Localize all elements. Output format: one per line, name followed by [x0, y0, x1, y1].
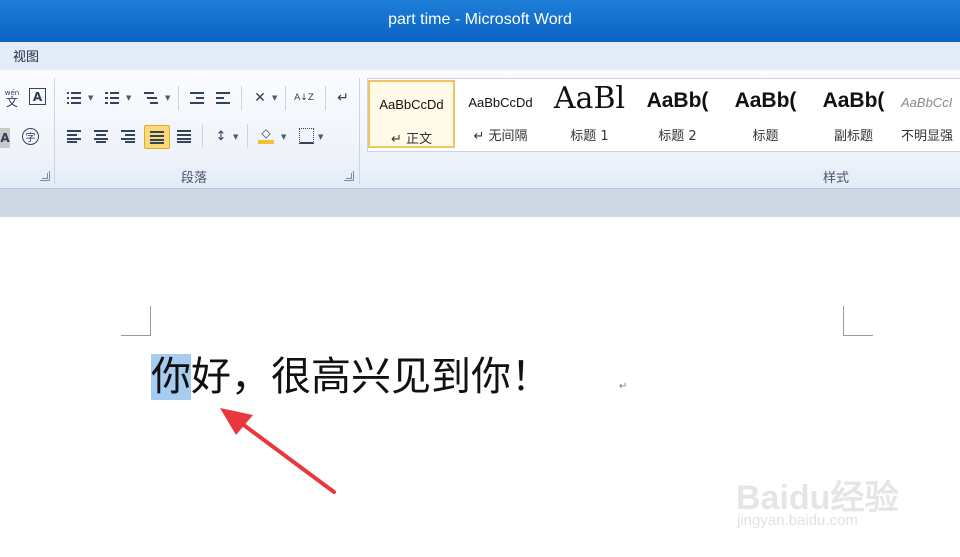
style-name: ↵ 无间隔 [473, 129, 528, 144]
separator [325, 86, 326, 110]
distributed-icon[interactable] [174, 126, 194, 146]
style-sample: AaBl [553, 81, 626, 116]
borders-dropdown-icon[interactable]: ▼ [318, 133, 323, 141]
styles-gallery: AaBbCcDd ↵ 正文 AaBbCcDd ↵ 无间隔 AaBl 标题 1 A… [367, 78, 960, 152]
group-separator [359, 78, 360, 184]
style-name: 标题 1 [570, 129, 609, 144]
separator [285, 86, 286, 110]
paragraph-group-label: 段落 [181, 171, 208, 186]
align-right-icon[interactable] [118, 126, 138, 146]
separator [241, 86, 242, 110]
style-sample: AaBbCcDd [379, 97, 444, 112]
justify-button[interactable] [144, 125, 170, 149]
style-normal[interactable]: AaBbCcDd ↵ 正文 [368, 80, 455, 148]
styles-group-label: 样式 [823, 171, 850, 186]
style-sample: AaBb( [646, 89, 709, 112]
style-subtitle[interactable]: AaBb( 副标题 [810, 79, 897, 149]
character-border-icon[interactable]: A [29, 88, 46, 105]
menu-bar [0, 42, 960, 70]
shading-icon[interactable]: ◇ [256, 125, 276, 145]
style-name: ↵ 正文 [390, 132, 433, 147]
style-title[interactable]: AaBb( 标题 [722, 79, 809, 149]
style-name: 不明显强 [901, 129, 954, 144]
chinese-layout-icon[interactable]: ✕ [250, 88, 270, 108]
style-sample: AaBbCcDd [468, 95, 533, 110]
character-shading-icon[interactable]: A [0, 128, 10, 148]
sort-icon[interactable]: A↓Z [294, 88, 314, 108]
decrease-indent-icon[interactable] [187, 88, 207, 108]
align-left-icon[interactable] [64, 126, 84, 146]
multilevel-list-icon[interactable] [141, 88, 161, 108]
style-sample: AaBbCcI [901, 95, 953, 110]
crop-mark [843, 306, 844, 336]
font-dialog-launcher-icon[interactable] [40, 171, 50, 181]
style-name: 副标题 [833, 129, 873, 144]
line-spacing-icon[interactable]: ↕ [211, 126, 231, 146]
document-text[interactable]: 你好，很高兴见到你！ [151, 354, 551, 404]
phonetic-guide-icon[interactable]: wén 文 [2, 88, 22, 108]
increase-indent-icon[interactable] [213, 88, 233, 108]
window-title: part time - Microsoft Word [388, 11, 572, 28]
numbering-dropdown-icon[interactable]: ▼ [126, 94, 131, 102]
justify-icon [150, 131, 164, 144]
chinese-layout-dropdown-icon[interactable]: ▼ [272, 94, 277, 102]
paragraph-mark: ↵ [619, 381, 628, 392]
numbering-icon[interactable] [102, 88, 122, 108]
crop-mark [843, 335, 873, 336]
style-no-spacing[interactable]: AaBbCcDd ↵ 无间隔 [457, 79, 544, 149]
style-heading-1[interactable]: AaBl 标题 1 [546, 79, 633, 149]
paragraph-dialog-launcher-icon[interactable] [344, 171, 354, 181]
separator [247, 124, 248, 148]
text-run[interactable]: 好，很高兴见到你！ [191, 354, 551, 400]
style-subtle-emphasis[interactable]: AaBbCcI 不明显强 [898, 79, 960, 149]
bullets-icon[interactable] [64, 88, 84, 108]
enclose-characters-icon[interactable]: 字 [22, 128, 39, 145]
crop-mark [121, 335, 151, 336]
style-name: 标题 [752, 129, 779, 144]
style-heading-2[interactable]: AaBb( 标题 2 [634, 79, 721, 149]
align-center-icon[interactable] [91, 126, 111, 146]
group-separator [54, 78, 55, 184]
show-hide-marks-icon[interactable]: ↵ [333, 88, 353, 108]
annotation-arrow-icon [220, 408, 336, 494]
crop-mark [150, 306, 151, 336]
bullets-dropdown-icon[interactable]: ▼ [88, 94, 93, 102]
borders-icon[interactable] [296, 126, 316, 146]
menu-view-tab[interactable]: 视图 [13, 46, 39, 65]
style-name: 标题 2 [658, 129, 697, 144]
style-sample: AaBb( [822, 89, 885, 112]
selected-character[interactable]: 你 [151, 354, 191, 400]
line-spacing-dropdown-icon[interactable]: ▼ [233, 133, 238, 141]
style-sample: AaBb( [734, 89, 797, 112]
separator [178, 86, 179, 110]
document-background [0, 189, 960, 217]
watermark-url: jingyan.baidu.com [737, 512, 858, 529]
multilevel-dropdown-icon[interactable]: ▼ [165, 94, 170, 102]
shading-dropdown-icon[interactable]: ▼ [281, 133, 286, 141]
separator [202, 124, 203, 148]
